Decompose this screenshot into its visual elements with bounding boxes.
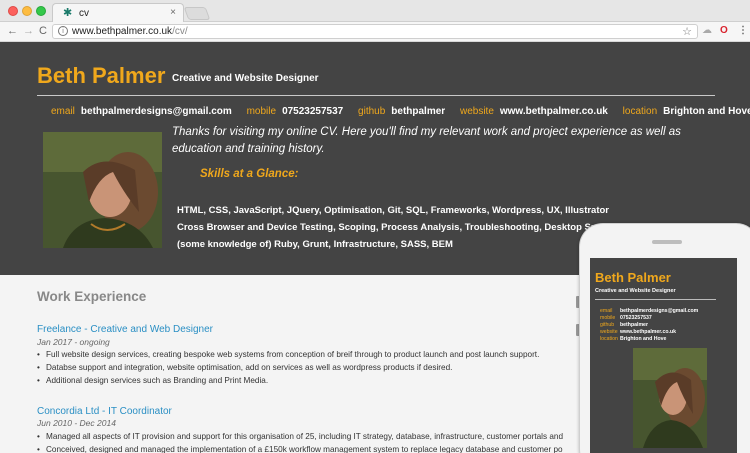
phone-contact-row: website www.bethpalmer.co.uk bbox=[600, 329, 677, 335]
list-item: Databse support and integration, website… bbox=[37, 363, 452, 372]
tab-cv[interactable]: ✱ cv × bbox=[52, 3, 184, 22]
contact-github[interactable]: bethpalmer bbox=[391, 106, 445, 117]
cloud-extension-icon[interactable]: ☁ bbox=[702, 25, 712, 36]
minimize-window-button[interactable] bbox=[22, 6, 32, 16]
contact-label-github: github bbox=[358, 106, 386, 117]
forward-arrow-icon[interactable]: → bbox=[23, 25, 34, 38]
contact-label-mobile: mobile bbox=[246, 106, 277, 117]
phone-contact-row: location Brighton and Hove bbox=[600, 336, 667, 342]
contact-email[interactable]: bethpalmerdesigns@gmail.com bbox=[81, 106, 232, 117]
info-icon[interactable]: i bbox=[58, 26, 68, 36]
contact-mobile[interactable]: 07523257537 bbox=[282, 106, 343, 117]
phone-contact-row: github bethpalmer bbox=[600, 322, 648, 328]
phone-page-title: Beth Palmer bbox=[595, 270, 671, 285]
zoom-window-button[interactable] bbox=[36, 6, 46, 16]
skills-list: HTML, CSS, JavaScript, JQuery, Optimisat… bbox=[177, 202, 614, 253]
list-item: Managed all aspects of IT provision and … bbox=[37, 432, 563, 441]
work-experience-heading: Work Experience bbox=[37, 289, 147, 304]
url-text: www.bethpalmer.co.uk/cv/ bbox=[72, 26, 188, 37]
favicon-icon: ✱ bbox=[63, 7, 73, 19]
reload-icon[interactable]: C bbox=[39, 25, 47, 38]
page-title: Beth Palmer bbox=[37, 63, 166, 88]
contact-website[interactable]: www.bethpalmer.co.uk bbox=[500, 106, 608, 117]
list-item: Conceived, designed and managed the impl… bbox=[37, 445, 563, 453]
phone-contact-row: email bethpalmerdesigns@gmail.com bbox=[600, 308, 699, 314]
browser-toolbar: ← → C i www.bethpalmer.co.uk/cv/ ☆ ☁ O ⋮ bbox=[0, 22, 750, 42]
browser-titlebar: ✱ cv × bbox=[0, 0, 750, 22]
skills-line: HTML, CSS, JavaScript, JQuery, Optimisat… bbox=[177, 205, 609, 216]
job-dates: Jun 2010 - Dec 2014 bbox=[37, 418, 116, 428]
bookmark-star-icon[interactable]: ☆ bbox=[682, 25, 692, 38]
job-dates: Jan 2017 - ongoing bbox=[37, 337, 110, 347]
contact-label-location: location bbox=[622, 106, 658, 117]
list-item: Full website design services, creating b… bbox=[37, 350, 539, 359]
phone-job-role: Creative and Website Designer bbox=[595, 288, 676, 294]
screenshot-frame: ✱ cv × ← → C i www.bethpalmer.co.uk/cv/ … bbox=[0, 0, 750, 453]
skills-line: (some knowledge of) Ruby, Grunt, Infrast… bbox=[177, 239, 453, 250]
contact-label-email: email bbox=[51, 106, 75, 117]
list-item: Additional design services such as Brand… bbox=[37, 376, 268, 385]
contact-label-website: website bbox=[459, 106, 494, 117]
phone-profile-photo bbox=[633, 348, 707, 448]
phone-screen: Beth Palmer Creative and Website Designe… bbox=[590, 258, 737, 453]
job-title-link[interactable]: Concordia Ltd - IT Coordinator bbox=[37, 406, 172, 417]
close-window-button[interactable] bbox=[8, 6, 18, 16]
skills-heading: Skills at a Glance: bbox=[200, 168, 299, 180]
phone-contact-row: mobile 07523257537 bbox=[600, 315, 652, 321]
contact-location: Brighton and Hove bbox=[663, 106, 750, 117]
tab-title: cv bbox=[79, 8, 89, 19]
intro-text: Thanks for visiting my online CV. Here y… bbox=[172, 126, 681, 155]
phone-divider bbox=[595, 299, 716, 300]
skills-line: Cross Browser and Device Testing, Scopin… bbox=[177, 222, 615, 233]
back-arrow-icon[interactable]: ← bbox=[7, 25, 18, 38]
opera-extension-icon[interactable]: O bbox=[720, 25, 728, 36]
profile-photo bbox=[43, 132, 162, 248]
address-bar[interactable]: i www.bethpalmer.co.uk/cv/ ☆ bbox=[52, 24, 698, 39]
new-tab-button[interactable] bbox=[183, 7, 211, 20]
phone-mockup: Beth Palmer Creative and Website Designe… bbox=[579, 223, 750, 453]
phone-speaker bbox=[652, 240, 682, 244]
header-divider bbox=[37, 95, 715, 96]
job-title-link[interactable]: Freelance - Creative and Web Designer bbox=[37, 324, 213, 335]
job-role: Creative and Website Designer bbox=[172, 73, 319, 84]
menu-icon[interactable]: ⋮ bbox=[738, 25, 748, 36]
contact-bar: email bethpalmerdesigns@gmail.com mobile 0… bbox=[51, 106, 750, 117]
tab-close-icon[interactable]: × bbox=[170, 7, 176, 18]
